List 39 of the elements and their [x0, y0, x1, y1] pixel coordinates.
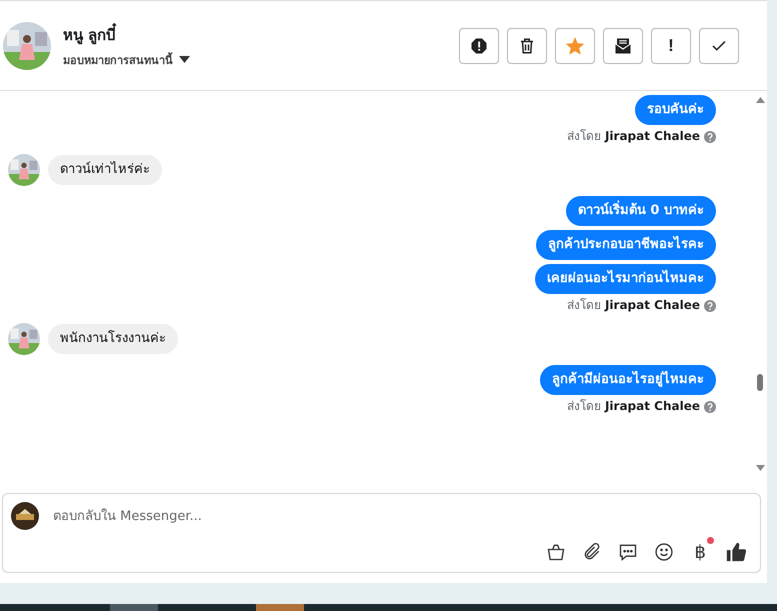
- star-button[interactable]: [555, 28, 595, 64]
- warning-icon: [470, 36, 488, 54]
- check-button[interactable]: [699, 28, 739, 64]
- chat-icon: [618, 542, 638, 562]
- sent-by-note: ส่งโดย Jirapat Chalee: [567, 129, 700, 144]
- paperclip-icon: [582, 542, 602, 562]
- sent-by-note: ส่งโดย Jirapat Chalee: [567, 298, 700, 313]
- thumbs-up-icon: [725, 541, 747, 563]
- trash-icon: [518, 36, 536, 54]
- sent-message: ดาวน์เริ่มต้น 0 บาทค่ะ: [566, 196, 716, 226]
- trash-button[interactable]: [507, 28, 547, 64]
- avatar: [3, 22, 51, 70]
- sent-message: ลูกค้าประกอบอาชีพอะไรคะ: [536, 230, 716, 260]
- priority-button[interactable]: !: [651, 28, 691, 64]
- sent-message: ลูกค้ามีผ่อนอะไรอยู่ไหมคะ: [540, 365, 716, 395]
- received-message: พนักงานโรงงานค่ะ: [48, 324, 178, 354]
- report-button[interactable]: [459, 28, 499, 64]
- avatar: [8, 154, 40, 186]
- scrollbar-thumb[interactable]: [757, 374, 763, 391]
- help-icon: [704, 130, 716, 142]
- contact-name: หนู ลูกบี๋: [63, 22, 447, 46]
- scroll-up-icon[interactable]: [756, 97, 765, 103]
- like-button[interactable]: [724, 540, 748, 564]
- received-message: ดาวน์เท่าไหร่ค่ะ: [48, 155, 162, 185]
- smile-icon: [654, 542, 674, 562]
- mail-icon: [614, 36, 632, 54]
- payment-button[interactable]: ฿: [688, 540, 712, 564]
- sent-by-note: ส่งโดย Jirapat Chalee: [567, 399, 700, 414]
- sent-message: รอบคันค่ะ: [635, 95, 716, 125]
- mail-button[interactable]: [603, 28, 643, 64]
- sent-message: เคยผ่อนอะไรมาก่อนไหมคะ: [535, 264, 716, 294]
- assign-dropdown[interactable]: มอบหมายการสนทนานี้: [63, 50, 190, 68]
- scroll-down-icon[interactable]: [756, 465, 765, 471]
- avatar: [8, 323, 40, 355]
- help-icon: [704, 300, 716, 312]
- help-icon: [704, 400, 716, 412]
- caret-icon: [179, 56, 190, 63]
- page-avatar: [11, 502, 39, 530]
- basket-icon: [546, 542, 566, 562]
